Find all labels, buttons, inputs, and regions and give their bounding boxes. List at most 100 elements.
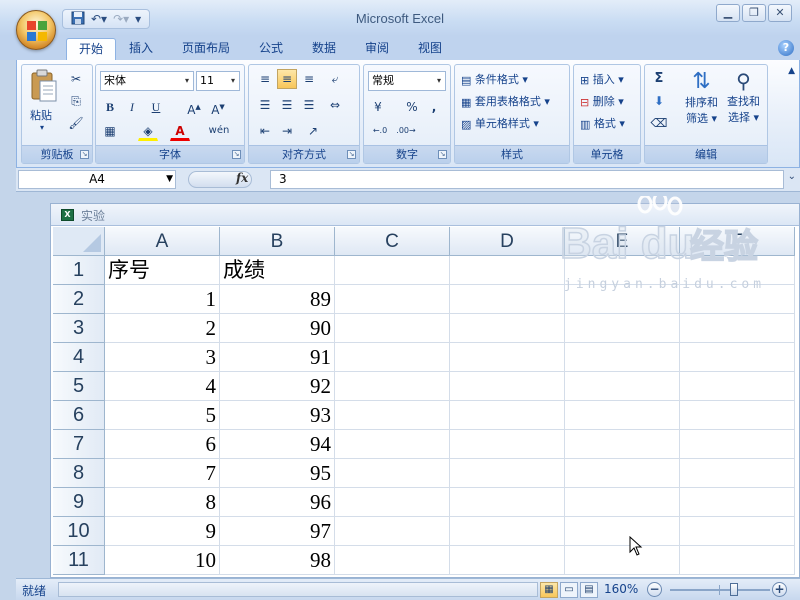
comma-button[interactable]: ,	[424, 97, 444, 117]
row-header[interactable]: 2	[53, 285, 105, 314]
expand-formula-icon[interactable]: ⌄	[788, 171, 796, 182]
phonetic-icon[interactable]: wén	[206, 121, 232, 141]
clear-icon[interactable]: ⌫	[649, 113, 669, 133]
delete-cells-button[interactable]: ⊟ 删除 ▾	[580, 93, 624, 109]
find-select-button[interactable]: ⚲ 查找和 选择 ▾	[727, 69, 760, 125]
orientation-icon[interactable]: ↗	[303, 121, 323, 141]
cell-d6[interactable]	[450, 401, 565, 430]
cell-d9[interactable]	[450, 488, 565, 517]
column-header-e[interactable]: E	[565, 227, 680, 256]
scroll-up-icon[interactable]: ▲	[788, 66, 795, 76]
cell-d1[interactable]	[450, 256, 565, 285]
cell-c9[interactable]	[335, 488, 450, 517]
cell-b3[interactable]: 90	[220, 314, 335, 343]
decrease-decimal-icon[interactable]: .00→	[394, 121, 418, 141]
close-button[interactable]: ✕	[768, 4, 792, 22]
cell-a3[interactable]: 2	[105, 314, 220, 343]
cell-c7[interactable]	[335, 430, 450, 459]
zoom-in-button[interactable]: +	[772, 582, 787, 597]
row-header[interactable]: 7	[53, 430, 105, 459]
cell-f9[interactable]	[680, 488, 795, 517]
align-center-icon[interactable]: ☰	[277, 95, 297, 115]
cell-e8[interactable]	[565, 459, 680, 488]
font-size-select[interactable]: 11 ▾	[196, 71, 240, 91]
cell-e3[interactable]	[565, 314, 680, 343]
insert-function-button[interactable]: fx	[236, 171, 248, 185]
cell-b7[interactable]: 94	[220, 430, 335, 459]
cell-c2[interactable]	[335, 285, 450, 314]
cell-f5[interactable]	[680, 372, 795, 401]
merge-center-icon[interactable]: ⇔	[325, 95, 345, 115]
column-header-a[interactable]: A	[105, 227, 220, 256]
cell-b10[interactable]: 97	[220, 517, 335, 546]
formula-input[interactable]: 3	[270, 170, 784, 189]
tab-data[interactable]: 数据	[300, 38, 348, 60]
bold-button[interactable]: B	[100, 97, 120, 117]
tab-page-layout[interactable]: 页面布局	[170, 38, 242, 60]
cell-b6[interactable]: 93	[220, 401, 335, 430]
align-left-icon[interactable]: ☰	[255, 95, 275, 115]
format-as-table-button[interactable]: ▦ 套用表格格式 ▾	[461, 93, 550, 109]
cell-f2[interactable]	[680, 285, 795, 314]
cell-e9[interactable]	[565, 488, 680, 517]
cell-c5[interactable]	[335, 372, 450, 401]
row-header[interactable]: 5	[53, 372, 105, 401]
cell-d5[interactable]	[450, 372, 565, 401]
cell-a11[interactable]: 10	[105, 546, 220, 575]
cell-e5[interactable]	[565, 372, 680, 401]
number-launcher-icon[interactable]: ↘	[438, 150, 447, 159]
cell-c6[interactable]	[335, 401, 450, 430]
align-middle-icon[interactable]: ≡	[277, 69, 297, 89]
number-format-select[interactable]: 常规 ▾	[368, 71, 446, 91]
zoom-level[interactable]: 160%	[604, 582, 638, 596]
font-name-select[interactable]: 宋体 ▾	[100, 71, 194, 91]
cell-d10[interactable]	[450, 517, 565, 546]
tab-view[interactable]: 视图	[406, 38, 454, 60]
row-header[interactable]: 3	[53, 314, 105, 343]
cell-e10[interactable]	[565, 517, 680, 546]
percent-button[interactable]: %	[402, 97, 422, 117]
column-header-b[interactable]: B	[220, 227, 335, 256]
cut-icon[interactable]: ✂	[66, 69, 86, 89]
cell-a9[interactable]: 8	[105, 488, 220, 517]
cell-d2[interactable]	[450, 285, 565, 314]
zoom-slider-thumb[interactable]	[730, 583, 738, 596]
cell-a4[interactable]: 3	[105, 343, 220, 372]
cell-f1[interactable]	[680, 256, 795, 285]
cell-d11[interactable]	[450, 546, 565, 575]
cell-b8[interactable]: 95	[220, 459, 335, 488]
italic-button[interactable]: I	[122, 97, 142, 117]
cell-d4[interactable]	[450, 343, 565, 372]
cell-styles-button[interactable]: ▨ 单元格样式 ▾	[461, 115, 539, 131]
cell-b2[interactable]: 89	[220, 285, 335, 314]
cell-e11[interactable]	[565, 546, 680, 575]
minimize-button[interactable]: ▁	[716, 4, 740, 22]
row-header[interactable]: 1	[53, 256, 105, 285]
copy-icon[interactable]: ⎘	[66, 91, 86, 111]
cell-e4[interactable]	[565, 343, 680, 372]
fill-color-icon[interactable]: ◈	[138, 121, 158, 141]
cell-e1[interactable]	[565, 256, 680, 285]
cell-c8[interactable]	[335, 459, 450, 488]
borders-icon[interactable]: ▦	[100, 121, 120, 141]
font-launcher-icon[interactable]: ↘	[232, 150, 241, 159]
office-button[interactable]	[16, 10, 56, 50]
tab-formulas[interactable]: 公式	[247, 38, 295, 60]
align-top-icon[interactable]: ≡	[255, 69, 275, 89]
cell-a5[interactable]: 4	[105, 372, 220, 401]
wrap-text-icon[interactable]: ⤶	[325, 69, 345, 89]
cell-a8[interactable]: 7	[105, 459, 220, 488]
cell-f4[interactable]	[680, 343, 795, 372]
currency-icon[interactable]: ¥	[368, 97, 388, 117]
cell-e2[interactable]	[565, 285, 680, 314]
column-header-d[interactable]: D	[450, 227, 565, 256]
cell-f3[interactable]	[680, 314, 795, 343]
cell-c1[interactable]	[335, 256, 450, 285]
cell-c3[interactable]	[335, 314, 450, 343]
shrink-font-icon[interactable]: A▼	[208, 97, 228, 117]
insert-cells-button[interactable]: ⊞ 插入 ▾	[580, 71, 624, 87]
cell-a1[interactable]: 序号	[105, 256, 220, 285]
tab-insert[interactable]: 插入	[117, 38, 165, 60]
alignment-launcher-icon[interactable]: ↘	[347, 150, 356, 159]
align-right-icon[interactable]: ☰	[299, 95, 319, 115]
